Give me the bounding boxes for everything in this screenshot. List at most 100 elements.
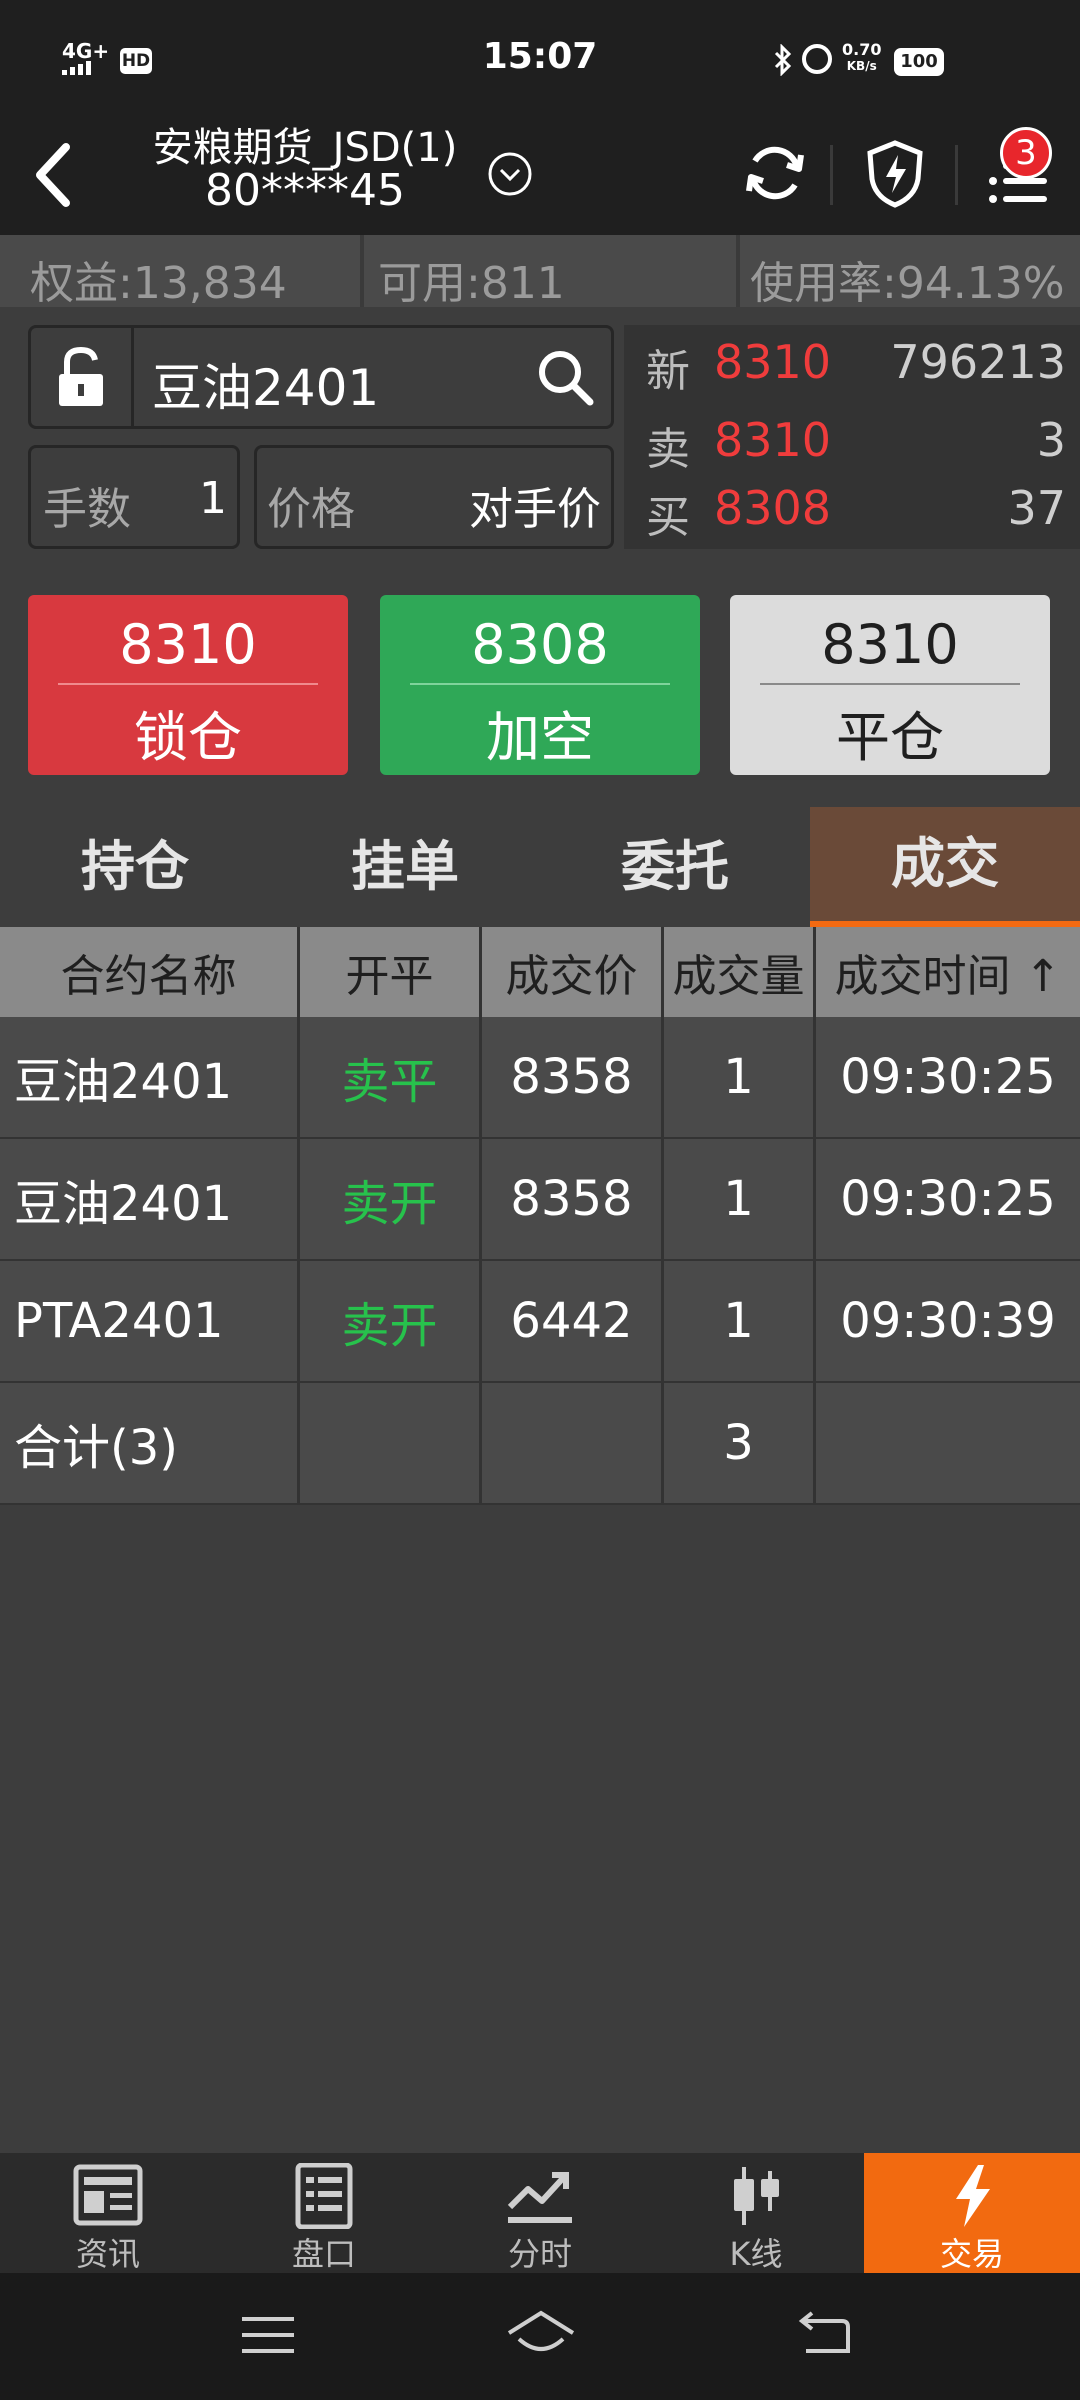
add-short-button[interactable]: 8308 加空 xyxy=(380,595,700,775)
symbol-value: 豆油2401 xyxy=(152,359,380,417)
intraday-chart-icon xyxy=(507,2172,572,2223)
ask-label: 卖 xyxy=(646,424,690,475)
back-arrow-icon[interactable] xyxy=(22,135,92,215)
cell-time: 09:30:25 xyxy=(840,1049,1056,1105)
unlock-icon xyxy=(59,346,103,406)
cell-time: 09:30:39 xyxy=(840,1293,1056,1349)
tab-pending-orders[interactable]: 挂单 xyxy=(270,807,540,927)
table-row[interactable]: 豆油2401 卖平 8358 1 09:30:25 xyxy=(0,1017,1080,1139)
divider xyxy=(830,145,833,205)
divider xyxy=(360,235,364,307)
cell-time: 09:30:25 xyxy=(840,1171,1056,1227)
short-label: 加空 xyxy=(486,706,594,769)
table-header: 合约名称 开平 成交价 成交量 成交时间 ↑ xyxy=(0,927,1080,1017)
last-volume: 796213 xyxy=(890,335,1066,389)
shield-bolt-icon[interactable] xyxy=(860,133,930,213)
ask-price: 8310 xyxy=(714,413,832,467)
home-key-icon[interactable] xyxy=(505,2309,577,2365)
news-icon xyxy=(73,2164,143,2226)
divider xyxy=(736,235,740,307)
col-time-sort[interactable]: 成交时间 ↑ xyxy=(816,927,1080,1017)
short-price: 8308 xyxy=(471,613,609,676)
cell-volume: 1 xyxy=(664,1017,816,1137)
price-field[interactable]: 价格 对手价 xyxy=(254,445,614,549)
chevron-down-icon[interactable] xyxy=(485,149,535,199)
nav-orderbook[interactable]: 盘口 xyxy=(216,2153,432,2273)
quantity-field[interactable]: 手数 1 xyxy=(28,445,240,549)
quantity-label: 手数 xyxy=(43,484,131,535)
divider xyxy=(410,683,670,685)
cell-contract: 豆油2401 xyxy=(0,1017,300,1137)
last-price: 8310 xyxy=(714,335,832,389)
total-empty xyxy=(300,1383,482,1503)
close-price: 8310 xyxy=(821,613,959,676)
system-nav-bar xyxy=(0,2273,1080,2400)
account-number[interactable]: 80****45 xyxy=(110,165,500,216)
battery-icon: 100 xyxy=(894,48,944,76)
bottom-nav: 资讯 盘口 分时 K线 交易 xyxy=(0,2153,1080,2273)
last-label: 新 xyxy=(646,346,690,397)
total-volume: 3 xyxy=(664,1383,816,1503)
refresh-icon[interactable] xyxy=(735,133,815,213)
hd-badge: HD xyxy=(120,48,152,74)
nav-news[interactable]: 资讯 xyxy=(0,2153,216,2273)
unlock-toggle-button[interactable] xyxy=(28,325,134,429)
lock-label: 锁仓 xyxy=(134,706,242,769)
nav-intraday[interactable]: 分时 xyxy=(432,2153,648,2273)
tab-positions[interactable]: 持仓 xyxy=(0,807,270,927)
nav-trade[interactable]: 交易 xyxy=(864,2153,1080,2273)
lock-position-button[interactable]: 8310 锁仓 xyxy=(28,595,348,775)
status-bar: 4G+ HD 15:07 0.70 KB/s 100 xyxy=(0,0,1080,115)
lightning-icon xyxy=(956,2165,990,2227)
ask-volume: 3 xyxy=(1036,413,1066,467)
quote-panel: 新 8310 796213 卖 8310 3 买 8308 37 xyxy=(624,325,1080,549)
total-label: 合计(3) xyxy=(0,1383,300,1503)
price-label: 价格 xyxy=(267,484,355,535)
table-row[interactable]: 豆油2401 卖开 8358 1 09:30:25 xyxy=(0,1139,1080,1261)
bid-price: 8308 xyxy=(714,481,832,535)
nav-news-label: 资讯 xyxy=(75,2235,140,2273)
bid-row[interactable]: 买 8308 37 xyxy=(646,481,1066,547)
notification-badge[interactable]: 3 xyxy=(1000,127,1052,179)
bid-volume: 37 xyxy=(1007,481,1066,535)
divider xyxy=(760,683,1020,685)
table-row[interactable]: PTA2401 卖开 6442 1 09:30:39 xyxy=(0,1261,1080,1383)
price-type-value[interactable]: 对手价 xyxy=(469,473,601,537)
cell-price: 6442 xyxy=(482,1261,664,1381)
available-text: 可用:811 xyxy=(378,258,565,309)
symbol-search-field[interactable]: 豆油2401 xyxy=(131,325,614,429)
tab-bar: 持仓 挂单 委托 成交 xyxy=(0,807,1080,927)
col-price[interactable]: 成交价 xyxy=(482,927,664,1017)
usage-rate-text: 使用率:94.13% xyxy=(750,258,1065,309)
close-position-button[interactable]: 8310 平仓 xyxy=(730,595,1050,775)
candlestick-icon xyxy=(734,2167,779,2225)
tab-trades[interactable]: 成交 xyxy=(810,807,1080,927)
col-contract[interactable]: 合约名称 xyxy=(0,927,300,1017)
signal-bars-icon xyxy=(62,60,102,75)
nav-intraday-label: 分时 xyxy=(507,2235,572,2273)
back-key-icon[interactable] xyxy=(796,2311,852,2363)
lock-price: 8310 xyxy=(119,613,257,676)
network-speed: 0.70 KB/s xyxy=(842,40,882,74)
search-icon[interactable] xyxy=(534,346,598,410)
col-volume[interactable]: 成交量 xyxy=(664,927,816,1017)
tab-orders[interactable]: 委托 xyxy=(540,807,810,927)
nav-kline-label: K线 xyxy=(729,2235,783,2273)
total-empty xyxy=(482,1383,664,1503)
close-label: 平仓 xyxy=(836,706,944,769)
bluetooth-icon xyxy=(772,43,794,80)
nav-kline[interactable]: K线 xyxy=(648,2153,864,2273)
last-price-row: 新 8310 796213 xyxy=(646,335,1066,401)
orderbook-icon xyxy=(295,2163,353,2229)
cell-open-close: 卖开 xyxy=(300,1139,482,1259)
menu-key-icon[interactable] xyxy=(240,2313,296,2363)
cell-contract: 豆油2401 xyxy=(0,1139,300,1259)
nav-trade-label: 交易 xyxy=(939,2235,1004,2273)
col-open-close[interactable]: 开平 xyxy=(300,927,482,1017)
cell-volume: 1 xyxy=(664,1139,816,1259)
cell-price: 8358 xyxy=(482,1017,664,1137)
clock: 15:07 xyxy=(482,36,598,77)
cell-open-close: 卖平 xyxy=(300,1017,482,1137)
quantity-value[interactable]: 1 xyxy=(199,473,227,524)
ask-row[interactable]: 卖 8310 3 xyxy=(646,413,1066,479)
